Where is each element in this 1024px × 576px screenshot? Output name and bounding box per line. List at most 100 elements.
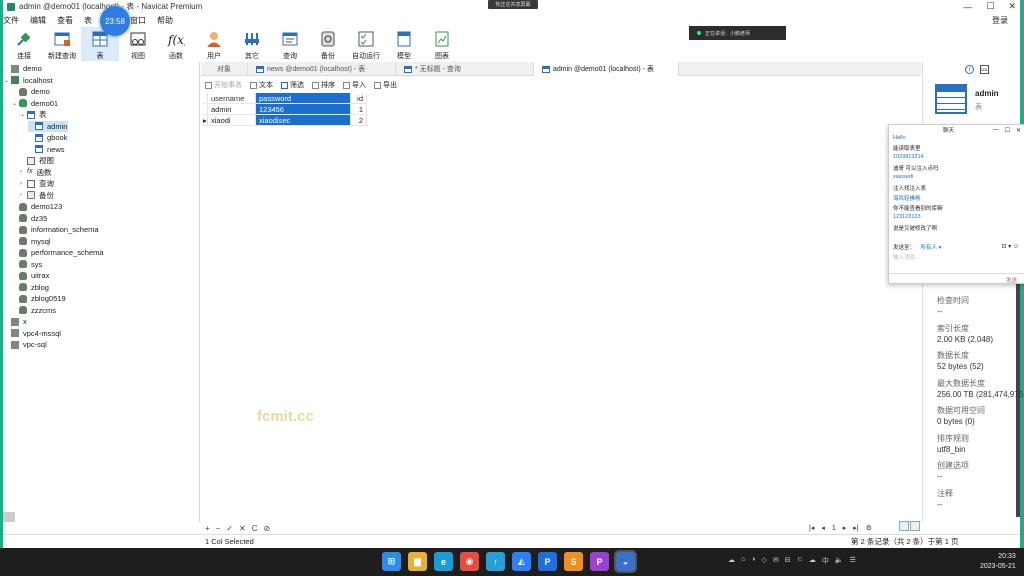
cell-id[interactable]: 2 [351, 115, 367, 126]
chevron-down-icon[interactable]: ⌄ [20, 111, 27, 118]
first-page-button[interactable]: |◂ [809, 524, 814, 532]
sidebar-collapse-handle[interactable] [3, 512, 15, 522]
chevron-right-icon[interactable]: › [20, 169, 27, 175]
chat-close-button[interactable]: ✕ [1016, 127, 1021, 134]
file-explorer-icon[interactable]: ▆ [408, 552, 427, 571]
tree-item-demo[interactable]: demo [12, 86, 50, 97]
recording-timer-badge[interactable]: 23:58 [100, 6, 130, 36]
import-button[interactable]: 导入 [343, 80, 366, 90]
tray-icon[interactable]: ⊟ [785, 556, 791, 566]
delete-record-button[interactable]: − [216, 524, 221, 533]
toolbar-tools-button[interactable]: 其它 [233, 27, 271, 61]
tray-icon[interactable]: ✉ [773, 556, 779, 566]
toolbar-new-query-button[interactable]: 新建查询 [43, 27, 81, 61]
menu-item-1[interactable]: 编辑 [30, 15, 57, 26]
text-button[interactable]: 文本 [250, 80, 273, 90]
discard-button[interactable]: ✕ [239, 524, 246, 533]
toolbar-query-button[interactable]: 查询 [271, 27, 309, 61]
tray-icon[interactable]: 🔈 [835, 556, 844, 566]
minimize-button[interactable]: — [963, 2, 972, 12]
toolbar-user-button[interactable]: 用户 [195, 27, 233, 61]
navicat-app-icon[interactable]: ◒ [616, 552, 635, 571]
cell-username[interactable]: xiaodi [208, 115, 256, 126]
chevron-down-icon[interactable]: ⌄ [12, 100, 19, 107]
tray-icon[interactable]: ☰ [850, 556, 856, 566]
sort-button[interactable]: 排序 [312, 80, 335, 90]
tree-item-mysql[interactable]: mysql [12, 236, 51, 247]
tab-2[interactable]: * 无标题 - 查询 [396, 62, 534, 76]
send-to-select[interactable]: 所有人 ▾ [921, 245, 942, 251]
tree-item-[interactable]: 视图 [20, 155, 54, 166]
prev-page-button[interactable]: ◂ [821, 524, 825, 532]
toolbar-model-button[interactable]: 模型 [385, 27, 423, 61]
tree-item-zblog[interactable]: zblog [12, 282, 49, 293]
tree-item-news[interactable]: news [28, 144, 65, 155]
tray-icon[interactable]: ⚐ [797, 556, 803, 566]
tree-item-gbook[interactable]: gbook [28, 132, 67, 143]
maximize-button[interactable]: ☐ [986, 1, 994, 12]
login-link[interactable]: 登录 [992, 15, 1008, 26]
tree-item-admin[interactable]: admin [28, 120, 68, 132]
apply-button[interactable]: ✓ [226, 524, 233, 533]
cell-username[interactable]: admin [208, 104, 256, 115]
tree-item-dz35[interactable]: dz35 [12, 213, 47, 224]
tree-item-[interactable]: › fx 函数 [20, 167, 51, 178]
form-view-button[interactable] [910, 521, 920, 531]
tree-item-vpcsql[interactable]: vpc-sql [4, 339, 47, 350]
pycharm-app-icon[interactable]: ↑ [486, 552, 505, 571]
menu-item-5[interactable]: 窗口 [130, 15, 157, 26]
ddl-icon[interactable]: DDL [980, 65, 989, 74]
column-header-password[interactable]: password [256, 93, 351, 104]
sublime-app-icon[interactable]: S [564, 552, 583, 571]
tree-item-x[interactable]: x [4, 316, 27, 327]
screen-share-notification[interactable]: 你正在共享屏幕 [488, 0, 538, 9]
next-page-button[interactable]: ▸ [843, 524, 847, 532]
pager-settings-icon[interactable]: ⚙ [866, 524, 872, 532]
tree-item-zblog0519[interactable]: zblog0519 [12, 293, 66, 304]
column-header-username[interactable]: username [208, 93, 256, 104]
menu-item-2[interactable]: 查看 [57, 15, 84, 26]
toolbar-function-button[interactable]: f(x) 函数 [157, 27, 195, 61]
tree-item-localhost[interactable]: ⌄ localhost [4, 75, 53, 86]
tree-item-performanceschema[interactable]: performance_schema [12, 247, 104, 258]
tree-item-informationschema[interactable]: information_schema [12, 224, 99, 235]
tree-item-[interactable]: › 查询 [20, 178, 54, 189]
toolbar-chart-button[interactable]: 图表 [423, 27, 461, 61]
tree-item-uitrax[interactable]: uitrax [12, 270, 49, 281]
last-page-button[interactable]: ▸| [853, 524, 858, 532]
tree-item-[interactable]: ⌄ 表 [20, 109, 47, 120]
windows-start-icon[interactable]: ⊞ [382, 552, 401, 571]
tree-item-sys[interactable]: sys [12, 259, 42, 270]
edge-browser-icon[interactable]: e [434, 552, 453, 571]
tray-icon[interactable]: ☁ [809, 556, 816, 566]
refresh-button[interactable]: C [252, 524, 258, 533]
tree-item-demo[interactable]: demo [4, 63, 42, 74]
filter-button[interactable]: 筛选 [281, 80, 304, 90]
toolbar-schedule-button[interactable]: 自动运行 [347, 27, 385, 61]
cell-id[interactable]: 1 [351, 104, 367, 115]
menu-item-0[interactable]: 文件 [3, 15, 30, 26]
chevron-right-icon[interactable]: › [20, 181, 27, 187]
tray-icon[interactable]: ⌂ [741, 556, 745, 566]
tray-icon[interactable]: ◑ [751, 556, 755, 566]
tray-icon[interactable]: 中 [822, 556, 829, 566]
begin-transaction-button[interactable]: 开始事务 [205, 80, 242, 90]
p-app-icon[interactable]: P [538, 552, 557, 571]
column-header-id[interactable]: id [351, 93, 367, 104]
tray-icon[interactable]: ☁ [728, 556, 735, 566]
chat-minimize-button[interactable]: — [993, 127, 999, 134]
chrome-browser-icon[interactable]: ◉ [460, 552, 479, 571]
tab-3[interactable]: admin @demo01 (localhost) - 表 [534, 62, 679, 76]
table-row[interactable]: admin 123456 1 [203, 104, 367, 115]
tree-item-zzzcms[interactable]: zzzcms [12, 305, 56, 316]
chevron-right-icon[interactable]: › [20, 192, 27, 198]
tray-icon[interactable]: ◇ [761, 556, 766, 566]
export-button[interactable]: 导出 [374, 80, 397, 90]
chevron-down-icon[interactable]: ⌄ [4, 77, 11, 84]
chat-tools[interactable]: ⊡ ▾ ☺ [1002, 243, 1020, 250]
add-record-button[interactable]: + [205, 524, 210, 533]
system-clock[interactable]: 20:33 2023-05-21 [980, 552, 1016, 572]
menu-item-6[interactable]: 帮助 [157, 15, 184, 26]
tab-1[interactable]: news @demo01 (localhost) - 表 [248, 62, 396, 76]
table-row[interactable]: ▸ xiaodi xiaodisec 2 [203, 115, 367, 126]
